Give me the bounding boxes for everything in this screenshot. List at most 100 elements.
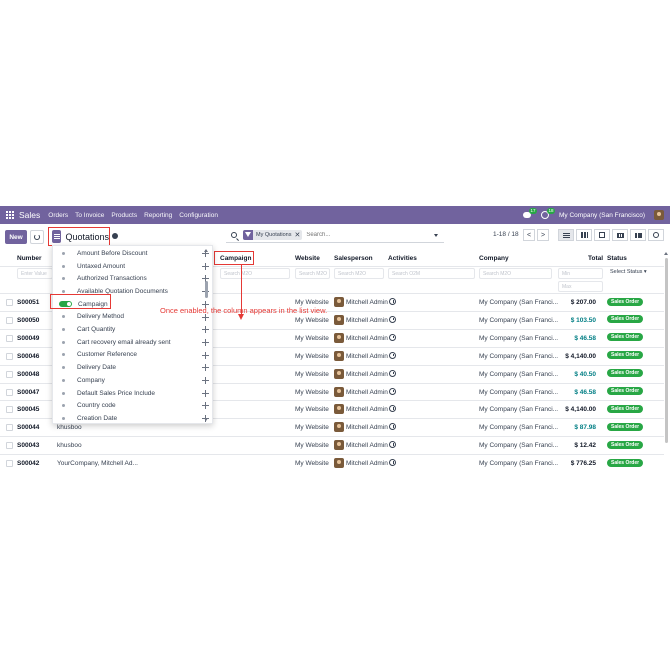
toggle-dot-icon[interactable] xyxy=(62,378,65,382)
remove-facet-icon[interactable]: ✕ xyxy=(294,231,302,239)
toggle-dot-icon[interactable] xyxy=(62,289,65,293)
toggle-dot-icon[interactable] xyxy=(62,391,65,395)
activity-clock-icon[interactable] xyxy=(389,351,396,359)
column-total[interactable]: Total xyxy=(588,255,603,262)
table-row[interactable]: S00043 khusboo My Website Mitchell Admin My … xyxy=(0,437,664,455)
column-number[interactable]: Number xyxy=(17,255,42,262)
optional-column-item[interactable]: Cart Quantity xyxy=(53,323,209,336)
dropdown-scroll-up-icon[interactable] xyxy=(204,249,208,252)
gear-icon[interactable] xyxy=(112,233,118,239)
new-button[interactable]: New xyxy=(5,230,27,244)
search-input[interactable] xyxy=(306,232,417,238)
drag-handle-icon[interactable] xyxy=(202,338,209,346)
filter-activities-input[interactable]: Search O2M xyxy=(388,268,475,279)
pivot-view-button[interactable] xyxy=(612,229,628,241)
row-checkbox[interactable] xyxy=(6,388,13,396)
filter-number-input[interactable]: Enter Value xyxy=(17,268,53,279)
column-company[interactable]: Company xyxy=(479,255,509,262)
menu-configuration[interactable]: Configuration xyxy=(179,212,218,219)
row-checkbox[interactable] xyxy=(6,370,13,378)
menu-orders[interactable]: Orders xyxy=(48,212,68,219)
dropdown-scrollbar[interactable] xyxy=(205,281,208,298)
drag-handle-icon[interactable] xyxy=(202,402,209,410)
toggle-dot-icon[interactable] xyxy=(62,366,65,370)
optional-column-item[interactable]: Cart recovery email already sent xyxy=(53,336,209,349)
drag-handle-icon[interactable] xyxy=(202,262,209,270)
row-checkbox[interactable] xyxy=(6,406,13,414)
optional-column-item[interactable]: Company xyxy=(53,374,209,387)
activity-clock-icon[interactable] xyxy=(389,298,396,305)
toggle-dot-icon[interactable] xyxy=(62,404,65,408)
row-checkbox[interactable] xyxy=(6,334,13,342)
company-switcher[interactable]: My Company (San Francisco) xyxy=(559,212,645,219)
list-view-button[interactable] xyxy=(558,229,574,241)
drag-handle-icon[interactable] xyxy=(202,326,209,334)
chat-icon[interactable]: 17 xyxy=(523,207,538,220)
optional-column-item[interactable]: Country code xyxy=(53,399,209,412)
filter-status-select[interactable]: Select Status ▾ xyxy=(610,269,647,275)
table-row[interactable]: S00042 YourCompany, Mitchell Ad... My Webs… xyxy=(0,455,664,473)
pager-next-button[interactable]: > xyxy=(537,229,549,241)
toggle-dot-icon[interactable] xyxy=(62,315,65,319)
dropdown-scroll-down-icon[interactable] xyxy=(204,418,208,421)
drag-handle-icon[interactable] xyxy=(202,389,209,397)
app-name[interactable]: Sales xyxy=(19,210,40,220)
activity-clock-icon[interactable] xyxy=(389,387,396,395)
toggle-dot-icon[interactable] xyxy=(62,277,65,281)
filter-company-input[interactable]: Search M2O xyxy=(479,268,552,279)
pager-value[interactable]: 1-18 / 18 xyxy=(493,231,519,238)
filter-total-max-input[interactable]: Max xyxy=(558,281,603,292)
drag-handle-icon[interactable] xyxy=(202,364,209,372)
drag-handle-icon[interactable] xyxy=(202,377,209,384)
toggle-dot-icon[interactable] xyxy=(62,416,65,420)
optional-column-item[interactable]: Creation Date xyxy=(53,412,209,423)
activity-clock-icon[interactable] xyxy=(389,459,396,467)
column-website[interactable]: Website xyxy=(295,255,320,262)
menu-reporting[interactable]: Reporting xyxy=(144,212,172,219)
row-checkbox[interactable] xyxy=(6,460,13,468)
apps-menu-icon[interactable] xyxy=(6,211,14,219)
filter-total-min-input[interactable]: Min xyxy=(558,268,603,279)
filter-salesperson-input[interactable]: Search M2O xyxy=(334,268,384,279)
kanban-view-button[interactable] xyxy=(576,229,592,241)
refresh-button[interactable] xyxy=(30,230,44,244)
drag-handle-icon[interactable] xyxy=(202,351,209,359)
activity-clock-icon[interactable] xyxy=(389,369,396,377)
row-checkbox[interactable] xyxy=(6,442,13,450)
menu-to-invoice[interactable]: To Invoice xyxy=(75,212,104,219)
menu-products[interactable]: Products xyxy=(111,212,137,219)
filter-website-input[interactable]: Search M2O xyxy=(295,268,330,279)
search-options-caret-icon[interactable] xyxy=(434,234,438,237)
row-checkbox[interactable] xyxy=(6,299,13,306)
optional-column-item[interactable]: Default Sales Price Include xyxy=(53,387,209,400)
optional-column-item[interactable]: Delivery Date xyxy=(53,361,209,374)
optional-column-item[interactable]: Amount Before Discount xyxy=(53,247,209,260)
pager-previous-button[interactable]: < xyxy=(523,229,535,241)
row-checkbox[interactable] xyxy=(6,352,13,360)
page-scroll-up-icon[interactable] xyxy=(664,252,668,255)
column-status[interactable]: Status xyxy=(607,255,627,262)
activity-clock-icon[interactable] xyxy=(389,423,396,431)
row-checkbox[interactable] xyxy=(6,424,13,432)
toggle-dot-icon[interactable] xyxy=(62,328,65,332)
calendar-view-button[interactable] xyxy=(594,229,610,241)
column-salesperson[interactable]: Salesperson xyxy=(334,255,373,262)
optional-column-item[interactable]: Untaxed Amount xyxy=(53,260,209,273)
toggle-dot-icon[interactable] xyxy=(62,264,65,268)
search-icon[interactable] xyxy=(231,232,237,238)
toggle-dot-icon[interactable] xyxy=(62,340,65,344)
activity-clock-icon[interactable]: 18 xyxy=(541,207,556,220)
activity-clock-icon[interactable] xyxy=(389,441,396,449)
toggle-dot-icon[interactable] xyxy=(62,251,65,255)
user-avatar[interactable] xyxy=(654,210,664,220)
toggle-dot-icon[interactable] xyxy=(62,353,65,357)
column-activities[interactable]: Activities xyxy=(388,255,417,262)
activity-clock-icon[interactable] xyxy=(389,333,396,341)
activity-view-button[interactable] xyxy=(648,229,664,241)
row-checkbox[interactable] xyxy=(6,316,13,324)
optional-column-item[interactable]: Customer Reference xyxy=(53,349,209,362)
filter-campaign-input[interactable]: Search M2O xyxy=(220,268,290,279)
graph-view-button[interactable] xyxy=(630,229,646,241)
page-scrollbar[interactable] xyxy=(665,258,668,443)
activity-clock-icon[interactable] xyxy=(389,405,396,413)
